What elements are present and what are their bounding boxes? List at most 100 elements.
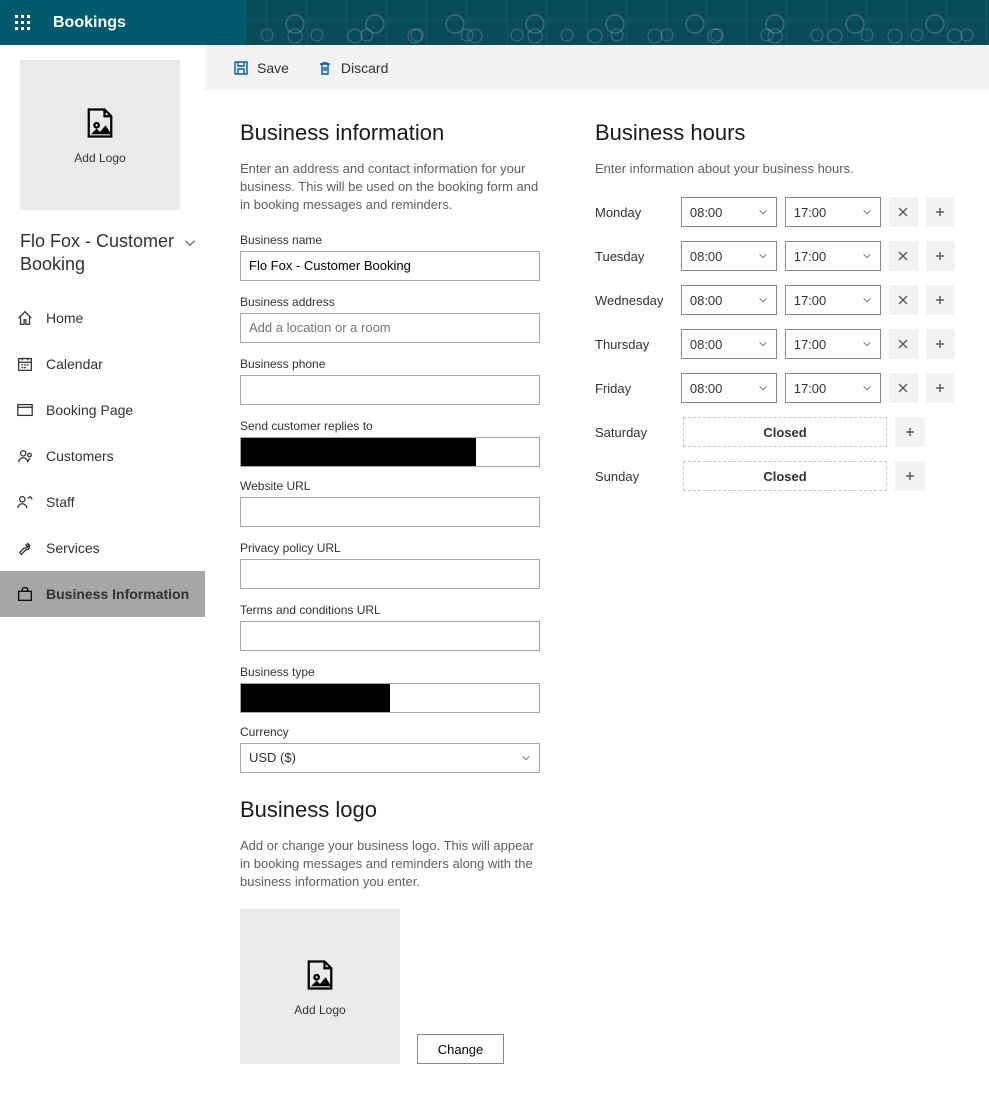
- field-label-terms: Terms and conditions URL: [240, 603, 540, 617]
- hours-row: SundayClosed: [595, 460, 955, 492]
- start-time-select[interactable]: 08:00: [681, 241, 777, 271]
- business-phone-input[interactable]: [240, 375, 540, 405]
- remove-hours-button[interactable]: [889, 197, 918, 227]
- field-label-address: Business address: [240, 295, 540, 309]
- currency-value: USD ($): [249, 750, 296, 765]
- discard-label: Discard: [341, 60, 388, 76]
- add-logo-label: Add Logo: [294, 1003, 345, 1017]
- remove-hours-button[interactable]: [889, 329, 918, 359]
- chevron-down-icon: [862, 339, 872, 349]
- sidebar-item-staff[interactable]: Staff: [0, 479, 205, 525]
- section-heading: Business information: [240, 120, 540, 146]
- closed-indicator: Closed: [683, 417, 887, 447]
- sidebar-item-label: Calendar: [46, 356, 103, 372]
- hours-row: Tuesday 08:00 17:00: [595, 240, 955, 272]
- business-type-input[interactable]: [240, 683, 540, 713]
- field-label-name: Business name: [240, 233, 540, 247]
- sidebar-item-business-information[interactable]: Business Information: [0, 571, 205, 617]
- terms-url-input[interactable]: [240, 621, 540, 651]
- app-launcher-icon[interactable]: [0, 0, 45, 45]
- change-logo-button[interactable]: Change: [417, 1034, 504, 1064]
- sidebar: Add Logo Flo Fox - Customer Booking Home…: [0, 45, 205, 1094]
- day-label: Thursday: [595, 337, 673, 352]
- app-header: Bookings: [0, 0, 989, 45]
- chevron-down-icon: [862, 207, 872, 217]
- end-time-select[interactable]: 17:00: [785, 197, 881, 227]
- day-label: Saturday: [595, 425, 675, 440]
- sidebar-item-label: Staff: [46, 494, 75, 510]
- command-bar: Save Discard: [205, 45, 989, 90]
- main-panel: Save Discard Business information Enter …: [205, 45, 989, 1094]
- remove-hours-button[interactable]: [889, 241, 918, 271]
- section-heading: Business logo: [240, 797, 540, 823]
- business-hours-section: Business hours Enter information about y…: [595, 120, 955, 1064]
- section-hint: Enter an address and contact information…: [240, 160, 540, 215]
- website-url-input[interactable]: [240, 497, 540, 527]
- hours-row: Friday 08:00 17:00: [595, 372, 955, 404]
- add-logo-tile[interactable]: Add Logo: [20, 60, 180, 210]
- sidebar-item-label: Customers: [46, 448, 114, 464]
- chevron-down-icon: [758, 339, 768, 349]
- business-address-input[interactable]: [240, 313, 540, 343]
- hours-row: Monday08:0017:00: [595, 196, 955, 228]
- add-logo-label: Add Logo: [74, 151, 125, 165]
- chevron-down-icon: [758, 251, 768, 261]
- chevron-down-icon: [862, 251, 872, 261]
- replies-input[interactable]: [240, 437, 540, 467]
- day-label: Tuesday: [595, 249, 673, 264]
- field-label-website: Website URL: [240, 479, 540, 493]
- sidebar-item-customers[interactable]: Customers: [0, 433, 205, 479]
- save-label: Save: [257, 60, 289, 76]
- privacy-url-input[interactable]: [240, 559, 540, 589]
- add-hours-button[interactable]: [926, 241, 955, 271]
- field-label-currency: Currency: [240, 725, 540, 739]
- end-time-select[interactable]: 17:00: [785, 373, 881, 403]
- save-button[interactable]: Save: [233, 60, 289, 76]
- add-hours-button[interactable]: [895, 461, 925, 491]
- end-time-select[interactable]: 17:00: [785, 241, 881, 271]
- chevron-down-icon: [521, 753, 531, 763]
- sidebar-item-booking-page[interactable]: Booking Page: [0, 387, 205, 433]
- day-label: Friday: [595, 381, 673, 396]
- chevron-down-icon: [862, 295, 872, 305]
- sidebar-item-label: Business Information: [46, 586, 189, 602]
- remove-hours-button[interactable]: [889, 285, 918, 315]
- add-hours-button[interactable]: [926, 197, 955, 227]
- add-hours-button[interactable]: [926, 373, 955, 403]
- sidebar-item-calendar[interactable]: Calendar: [0, 341, 205, 387]
- business-info-section: Business information Enter an address an…: [240, 120, 540, 1064]
- currency-select[interactable]: USD ($): [240, 743, 540, 773]
- add-hours-button[interactable]: [895, 417, 925, 447]
- sidebar-item-label: Services: [46, 540, 100, 556]
- field-label-privacy: Privacy policy URL: [240, 541, 540, 555]
- field-label-phone: Business phone: [240, 357, 540, 371]
- end-time-select[interactable]: 17:00: [785, 329, 881, 359]
- add-hours-button[interactable]: [926, 329, 955, 359]
- remove-hours-button[interactable]: [889, 373, 918, 403]
- calendar-title: Flo Fox - Customer Booking: [20, 230, 179, 277]
- business-name-input[interactable]: [240, 251, 540, 281]
- start-time-select[interactable]: 08:00: [681, 329, 777, 359]
- end-time-select[interactable]: 17:00: [785, 285, 881, 315]
- section-hint: Enter information about your business ho…: [595, 160, 955, 178]
- hours-row: Thursday 08:00 17:00: [595, 328, 955, 360]
- closed-indicator: Closed: [683, 461, 887, 491]
- chevron-down-icon: [758, 295, 768, 305]
- start-time-select[interactable]: 08:00: [681, 197, 777, 227]
- calendar-picker[interactable]: Flo Fox - Customer Booking: [0, 225, 205, 295]
- sidebar-item-services[interactable]: Services: [0, 525, 205, 571]
- field-label-type: Business type: [240, 665, 540, 679]
- add-hours-button[interactable]: [926, 285, 955, 315]
- sidebar-item-label: Home: [46, 310, 83, 326]
- sidebar-item-label: Booking Page: [46, 402, 133, 418]
- hours-row: Wednesday 08:00 17:00: [595, 284, 955, 316]
- field-label-replies: Send customer replies to: [240, 419, 540, 433]
- chevron-down-icon: [862, 383, 872, 393]
- chevron-down-icon: [758, 383, 768, 393]
- start-time-select[interactable]: 08:00: [681, 285, 777, 315]
- start-time-select[interactable]: 08:00: [681, 373, 777, 403]
- sidebar-item-home[interactable]: Home: [0, 295, 205, 341]
- discard-button[interactable]: Discard: [317, 60, 388, 76]
- section-heading: Business hours: [595, 120, 955, 146]
- day-label: Wednesday: [595, 293, 673, 308]
